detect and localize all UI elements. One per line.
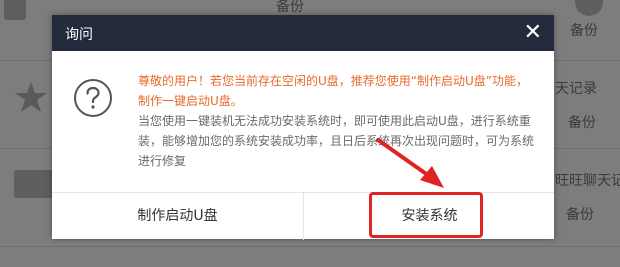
red-arrow-icon [376,138,444,188]
